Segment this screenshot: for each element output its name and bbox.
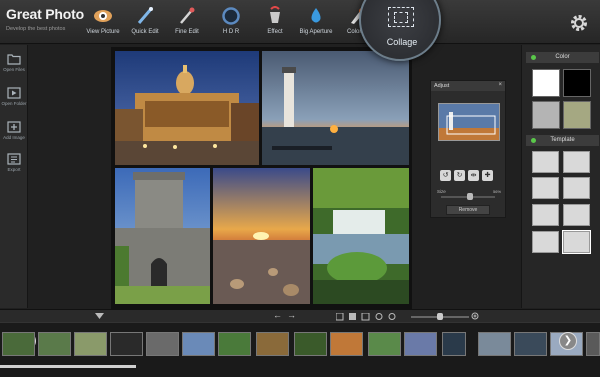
collage-label: Collage [386, 37, 418, 47]
filmstrip-thumbnail[interactable] [2, 332, 35, 356]
template-option[interactable] [563, 151, 590, 173]
filmstrip-thumbnail[interactable] [38, 332, 71, 356]
basilica-image [115, 51, 259, 165]
filmstrip-thumbnail[interactable] [294, 332, 327, 356]
color-title: Color [555, 54, 570, 60]
size-value: 56% [493, 189, 502, 194]
rotate-left-button[interactable]: ↺ [440, 170, 451, 181]
size-slider[interactable] [441, 193, 495, 200]
color-section-header[interactable]: Color [526, 52, 599, 63]
filmstrip-thumbnail[interactable] [330, 332, 363, 356]
play-folder-icon [7, 87, 21, 99]
slider-handle[interactable] [466, 193, 473, 200]
view-tools-icon[interactable] [336, 313, 406, 321]
filmstrip-thumbnail[interactable] [404, 332, 437, 356]
sidebar-label: Open Folder [1, 101, 27, 106]
filmstrip-next-button[interactable]: ❯ [559, 332, 577, 350]
filmstrip-thumbnail[interactable] [442, 332, 466, 356]
color-swatch-olive[interactable] [563, 101, 591, 129]
zoom-slider[interactable] [411, 313, 469, 320]
filmstrip-scrollbar[interactable] [0, 365, 136, 368]
gear-icon[interactable] [569, 13, 589, 33]
drop-icon [311, 8, 321, 23]
sidebar-label: Open Files [3, 67, 25, 72]
zoom-handle[interactable] [437, 313, 443, 320]
collapse-arrow-icon[interactable] [95, 313, 104, 319]
status-dot-icon [531, 138, 536, 143]
color-swatch-white[interactable] [532, 69, 560, 97]
filmstrip-thumbnail[interactable] [256, 332, 289, 356]
filmstrip-thumbnail[interactable] [110, 332, 143, 356]
castle-image [115, 168, 210, 304]
template-title: Template [550, 137, 575, 143]
bucket-icon [270, 6, 280, 23]
collage-photo-basilica[interactable] [115, 51, 259, 165]
template-option[interactable] [532, 177, 559, 199]
color-swatch-black[interactable] [563, 69, 591, 97]
filmstrip-thumbnail[interactable] [182, 332, 215, 356]
top-toolbar: Great Photo Develop the best photos View… [0, 0, 600, 44]
collage-photo-castle[interactable] [115, 168, 210, 304]
adjust-header: Adjust × [431, 81, 505, 91]
color-swatch-gray[interactable] [532, 101, 560, 129]
filmstrip-thumbnail[interactable] [146, 332, 179, 356]
collage-icon [388, 7, 414, 27]
template-option[interactable] [532, 231, 559, 253]
folder-icon [7, 54, 21, 65]
collage-photo-lighthouse[interactable] [262, 51, 409, 165]
filmstrip-thumbnail[interactable] [586, 332, 600, 356]
filmstrip-thumbnail[interactable] [368, 332, 401, 356]
template-section-header[interactable]: Template [526, 135, 599, 146]
template-option[interactable] [563, 177, 590, 199]
app-subtitle: Develop the best photos [6, 26, 66, 32]
open-files-button[interactable]: Open Files [0, 53, 28, 72]
collage-canvas[interactable] [111, 47, 412, 309]
add-image-button[interactable]: Add Image [0, 121, 28, 140]
lighthouse-thumbnail [439, 104, 499, 140]
filmstrip-thumbnail[interactable] [514, 332, 547, 356]
close-icon[interactable]: × [498, 82, 502, 88]
left-sidebar: Open Files Open Folder Add Image Export [0, 45, 28, 308]
filmstrip-thumbnail[interactable] [74, 332, 107, 356]
remove-button[interactable]: Remove [446, 205, 490, 215]
move-button[interactable]: ✚ [482, 170, 493, 181]
status-dot-icon [531, 55, 536, 60]
template-option[interactable] [563, 204, 590, 226]
wand-icon [137, 7, 153, 24]
sidebar-label: Export [7, 167, 21, 172]
hdr-ring-icon [222, 7, 240, 25]
sidebar-label: Add Image [3, 135, 25, 140]
waterfall-image [313, 168, 409, 304]
export-button[interactable]: Export [0, 153, 28, 172]
right-panel: Color Template [521, 45, 600, 308]
export-icon [7, 153, 21, 165]
size-label: Size [437, 189, 446, 194]
open-folder-button[interactable]: Open Folder [0, 87, 28, 106]
template-option[interactable] [532, 204, 559, 226]
filmstrip-thumbnail[interactable] [478, 332, 511, 356]
lighthouse-image [262, 51, 409, 165]
app-title: Great Photo [6, 6, 84, 22]
flip-button[interactable]: ⇹ [468, 170, 479, 181]
zoom-in-icon[interactable] [471, 312, 480, 321]
adjust-title: Adjust [434, 83, 450, 89]
magic-wand-icon [180, 7, 195, 24]
filmstrip: ❮ ❯ [0, 322, 600, 377]
add-image-icon [7, 121, 21, 133]
filmstrip-thumbnail[interactable] [218, 332, 251, 356]
eye-icon [94, 10, 112, 22]
adjust-panel: Adjust × ↺ ↻ ⇹ ✚ Size 56% Remove [430, 80, 506, 218]
redo-arrow[interactable]: → [287, 310, 296, 320]
undo-arrow[interactable]: ← [273, 310, 282, 320]
sunset-image [213, 168, 310, 304]
template-option-selected[interactable] [562, 230, 591, 254]
collage-photo-sunset[interactable] [213, 168, 310, 304]
bottom-toolbar: ← → [0, 309, 600, 322]
template-option[interactable] [532, 151, 559, 173]
collage-photo-waterfall[interactable] [313, 168, 409, 304]
rotate-right-button[interactable]: ↻ [454, 170, 465, 181]
app-window: Great Photo Develop the best photos View… [0, 0, 600, 377]
adjust-preview [438, 103, 500, 141]
